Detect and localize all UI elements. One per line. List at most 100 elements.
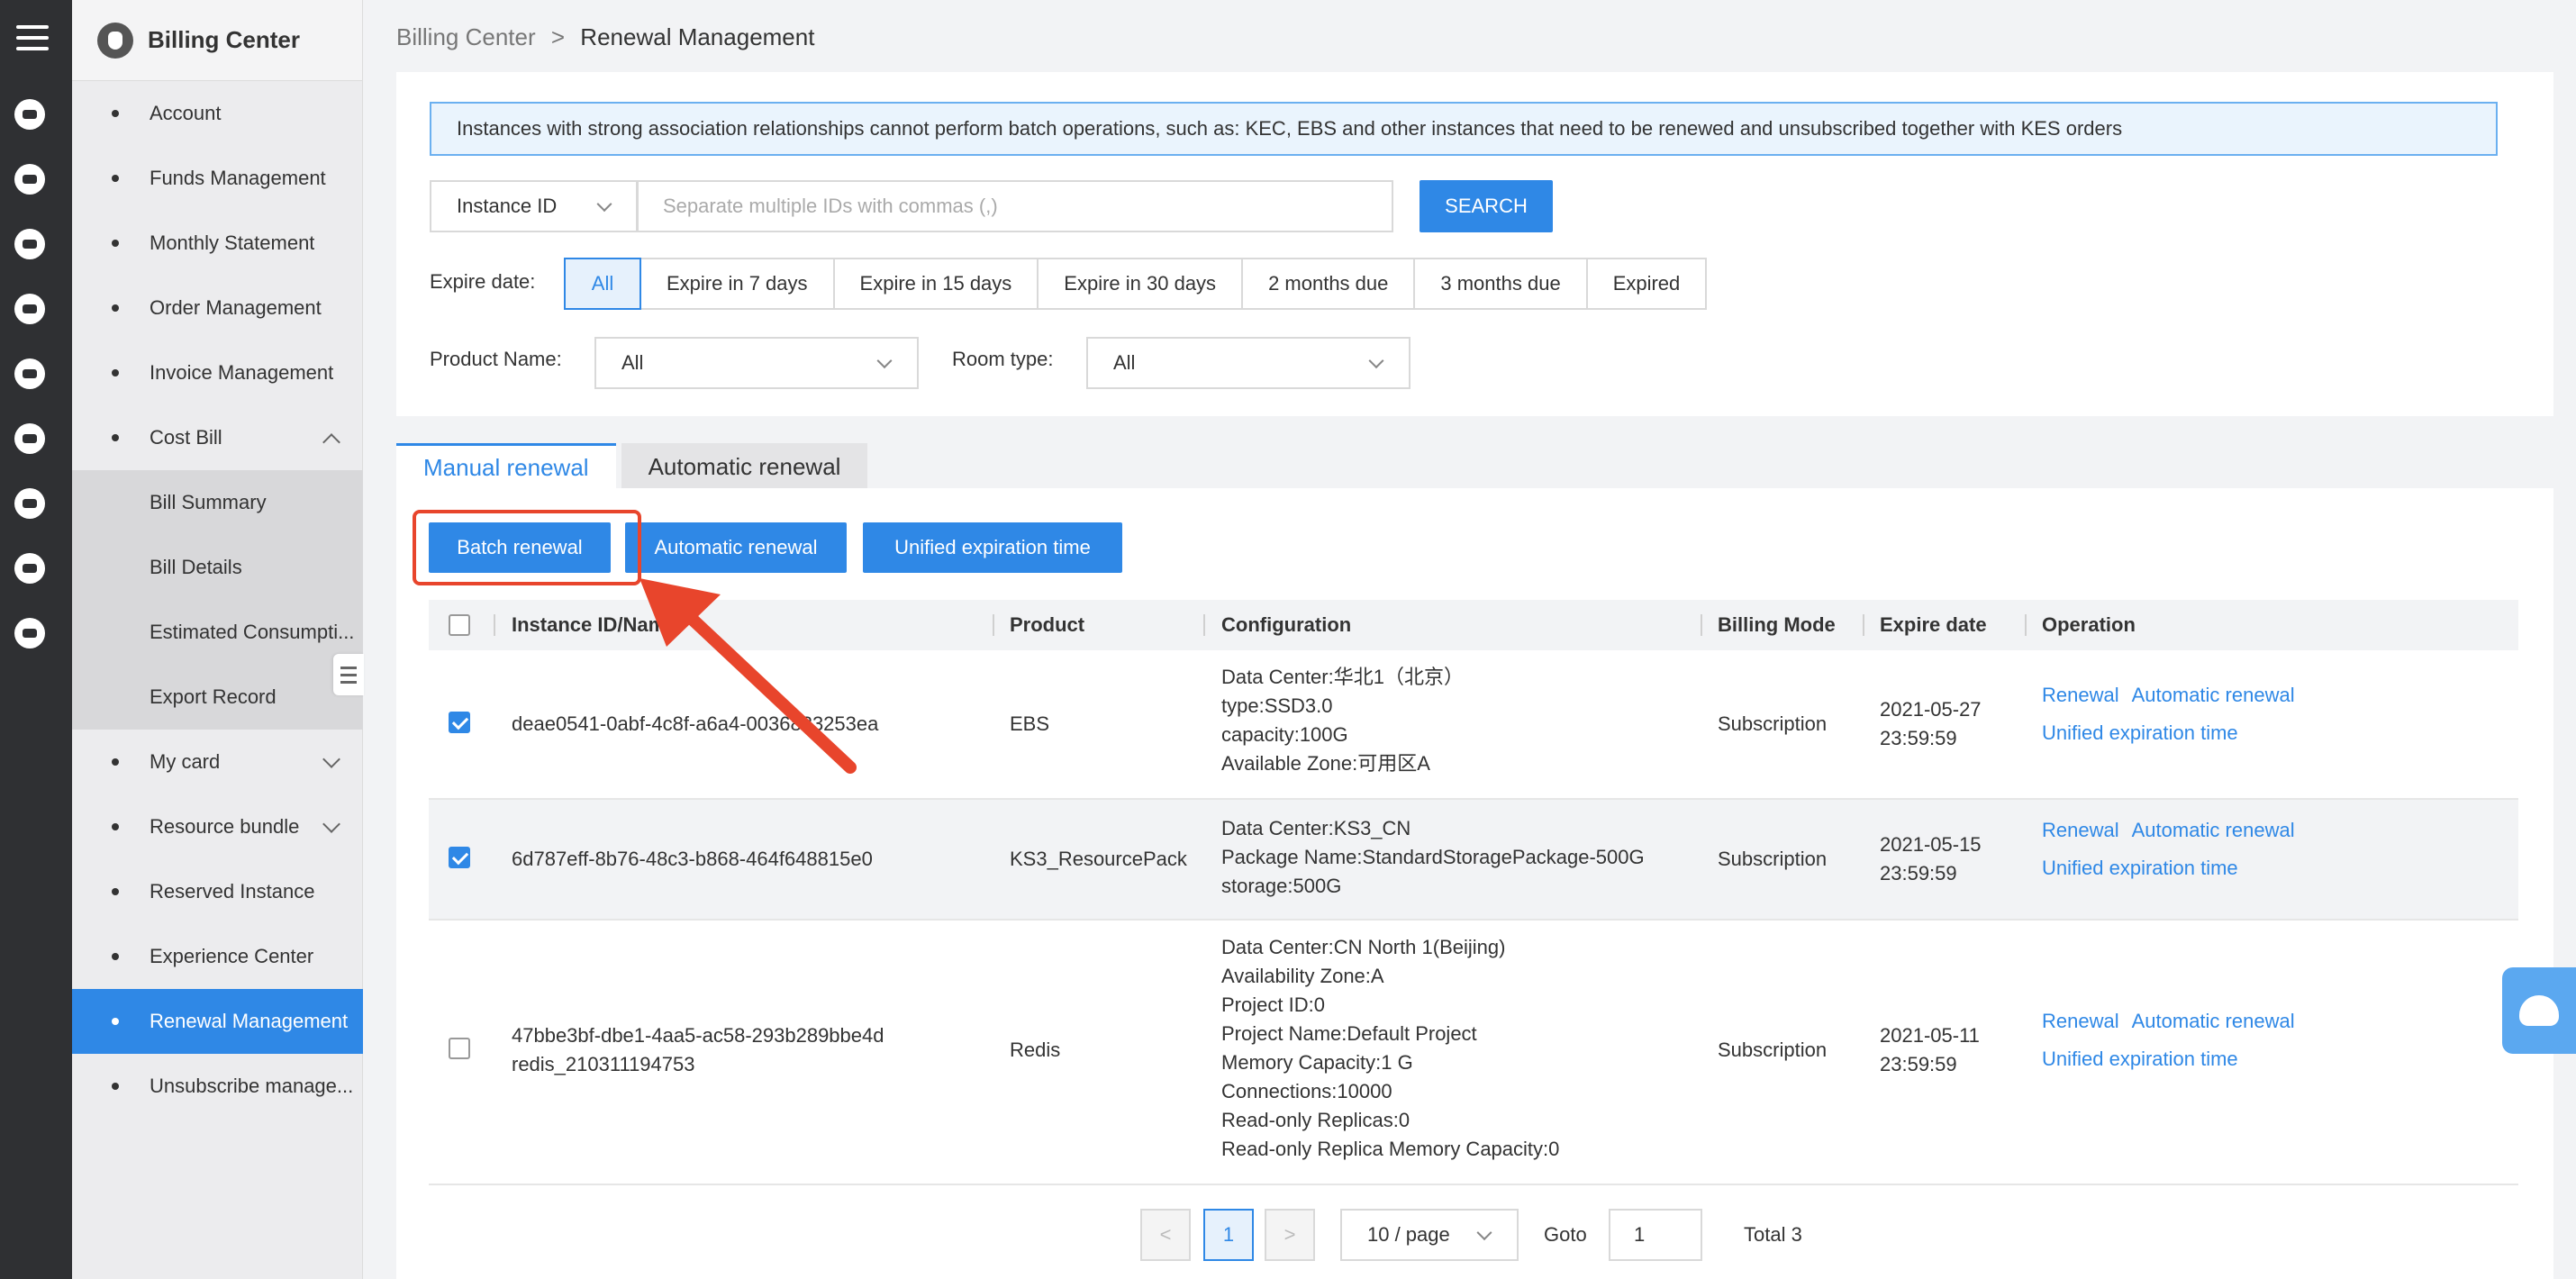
breadcrumb-current: Renewal Management (580, 23, 815, 50)
sidebar-item-unsubscribe-management[interactable]: Unsubscribe manage... (72, 1054, 363, 1119)
row-checkbox[interactable] (449, 847, 470, 868)
expire-option-3-months[interactable]: 3 months due (1413, 258, 1588, 310)
layers-icon[interactable] (14, 358, 45, 389)
automatic-renewal-link[interactable]: Automatic renewal (2132, 1010, 2295, 1032)
automatic-renewal-button[interactable]: Automatic renewal (625, 522, 847, 573)
search-input[interactable]: Separate multiple IDs with commas (,) (636, 180, 1393, 232)
unified-expiration-time-button[interactable]: Unified expiration time (863, 522, 1122, 573)
breadcrumb-separator: > (550, 23, 566, 50)
expire-date: 2021-05-11 23:59:59 (1880, 1021, 1980, 1079)
column-product: Product (1010, 613, 1085, 636)
unified-expiration-time-link[interactable]: Unified expiration time (2042, 857, 2238, 879)
chevron-down-icon (322, 815, 340, 833)
expire-date-time: 23:59:59 (1880, 1053, 1957, 1075)
renewal-link[interactable]: Renewal (2042, 819, 2119, 841)
row-checkbox[interactable] (449, 1038, 470, 1059)
page-size-select[interactable]: 10 / page (1340, 1209, 1519, 1261)
globe-icon[interactable] (14, 553, 45, 584)
breadcrumb-root[interactable]: Billing Center (396, 23, 536, 50)
next-page-button[interactable]: > (1265, 1209, 1315, 1261)
cloud-icon[interactable] (14, 423, 45, 454)
unified-expiration-time-link[interactable]: Unified expiration time (2042, 721, 2238, 744)
breadcrumb: Billing Center > Renewal Management (396, 23, 814, 51)
unified-expiration-time-link[interactable]: Unified expiration time (2042, 1048, 2238, 1070)
expire-option-7-days[interactable]: Expire in 7 days (639, 258, 835, 310)
expire-option-15-days[interactable]: Expire in 15 days (832, 258, 1039, 310)
chevron-down-icon (322, 750, 340, 768)
sidebar-subitem-estimated-consumption[interactable]: Estimated Consumpti... (72, 600, 363, 665)
select-all-checkbox[interactable] (449, 614, 470, 636)
sidebar-item-my-card[interactable]: My card (72, 730, 363, 794)
room-type-select[interactable]: All (1086, 337, 1410, 389)
row-checkbox[interactable] (449, 712, 470, 733)
billing-mode: Subscription (1718, 1039, 1828, 1061)
sidebar-item-account[interactable]: Account (72, 81, 363, 146)
expire-option-30-days[interactable]: Expire in 30 days (1037, 258, 1244, 310)
server-icon[interactable] (14, 99, 45, 130)
tab-automatic-renewal[interactable]: Automatic renewal (621, 443, 868, 490)
sidebar-subitem-bill-details[interactable]: Bill Details (72, 535, 363, 600)
search-field-select[interactable]: Instance ID (430, 180, 639, 232)
database-icon[interactable] (14, 294, 45, 324)
renewal-link[interactable]: Renewal (2042, 1010, 2119, 1032)
instance-name: redis_210311194753 (512, 1053, 695, 1075)
sidebar-subitem-bill-summary[interactable]: Bill Summary (72, 470, 363, 535)
sidebar-item-renewal-management[interactable]: Renewal Management (72, 989, 363, 1054)
ip-icon[interactable] (14, 488, 45, 519)
config-line: Data Center:KS3_CN (1221, 817, 1411, 839)
sidebar-subitem-export-record[interactable]: Export Record (72, 665, 363, 730)
renewal-link[interactable]: Renewal (2042, 684, 2119, 706)
tab-manual-renewal[interactable]: Manual renewal (396, 443, 616, 490)
expire-option-2-months[interactable]: 2 months due (1241, 258, 1416, 310)
chevron-down-icon (596, 196, 612, 213)
configuration: Data Center:CN North 1(Beijing) Availabi… (1221, 933, 1559, 1164)
icon-rail (0, 0, 72, 1279)
billing-mode: Subscription (1718, 848, 1828, 870)
goto-label: Goto (1544, 1223, 1587, 1246)
goto-page-input[interactable]: 1 (1609, 1209, 1702, 1261)
config-line: Available Zone:可用区A (1221, 752, 1430, 775)
operation-links: Renewal Automatic renewal Unified expirat… (2042, 1007, 2308, 1074)
product-name-value: All (621, 351, 644, 374)
instance-id-name: 47bbe3bf-dbe1-4aa5-ac58-293b289bbe4d red… (512, 1021, 884, 1079)
sidebar-item-experience-center[interactable]: Experience Center (72, 924, 363, 989)
expire-option-all[interactable]: All (564, 258, 641, 310)
expire-date: 2021-05-27 23:59:59 (1880, 695, 1982, 753)
sidebar-collapse-icon[interactable] (333, 654, 364, 695)
search-button[interactable]: SEARCH (1420, 180, 1553, 232)
sidebar-item-invoice-management[interactable]: Invoice Management (72, 340, 363, 405)
prev-page-button[interactable]: < (1140, 1209, 1191, 1261)
chevron-down-icon (1476, 1225, 1492, 1241)
sidebar-item-funds-management[interactable]: Funds Management (72, 146, 363, 211)
config-line: Connections:10000 (1221, 1080, 1392, 1102)
product-name-label: Product Name: (430, 348, 562, 370)
automatic-renewal-link[interactable]: Automatic renewal (2132, 684, 2295, 706)
sidebar-item-cost-bill[interactable]: Cost Bill (72, 405, 363, 470)
sidebar-item-resource-bundle[interactable]: Resource bundle (72, 794, 363, 859)
page-1-button[interactable]: 1 (1203, 1209, 1254, 1261)
product-name-select[interactable]: All (594, 337, 919, 389)
expire-date-day: 2021-05-27 (1880, 698, 1982, 721)
page-size-value: 10 / page (1367, 1223, 1450, 1246)
expire-option-expired[interactable]: Expired (1585, 258, 1708, 310)
users-icon[interactable] (14, 164, 45, 195)
sidebar-item-order-management[interactable]: Order Management (72, 276, 363, 340)
money-bag-icon (97, 22, 133, 59)
config-line: type:SSD3.0 (1221, 694, 1333, 717)
sidebar-item-monthly-statement[interactable]: Monthly Statement (72, 211, 363, 276)
room-type-label: Room type: (952, 348, 1054, 370)
column-billing-mode: Billing Mode (1718, 613, 1836, 636)
operation-links: Renewal Automatic renewal Unified expirat… (2042, 816, 2308, 883)
customer-service-icon[interactable] (2502, 967, 2576, 1054)
config-line: capacity:100G (1221, 723, 1348, 746)
billing-mode: Subscription (1718, 712, 1828, 735)
hamburger-menu-icon[interactable] (16, 25, 49, 54)
billing-sidebar: Billing Center Account Funds Management … (72, 0, 363, 1279)
config-line: Project Name:Default Project (1221, 1022, 1477, 1045)
sidebar-item-reserved-instance[interactable]: Reserved Instance (72, 859, 363, 924)
id-card-icon[interactable] (14, 618, 45, 649)
expire-date-day: 2021-05-15 (1880, 833, 1982, 856)
automatic-renewal-link[interactable]: Automatic renewal (2132, 819, 2295, 841)
network-icon[interactable] (14, 229, 45, 259)
config-line: storage:500G (1221, 875, 1342, 897)
